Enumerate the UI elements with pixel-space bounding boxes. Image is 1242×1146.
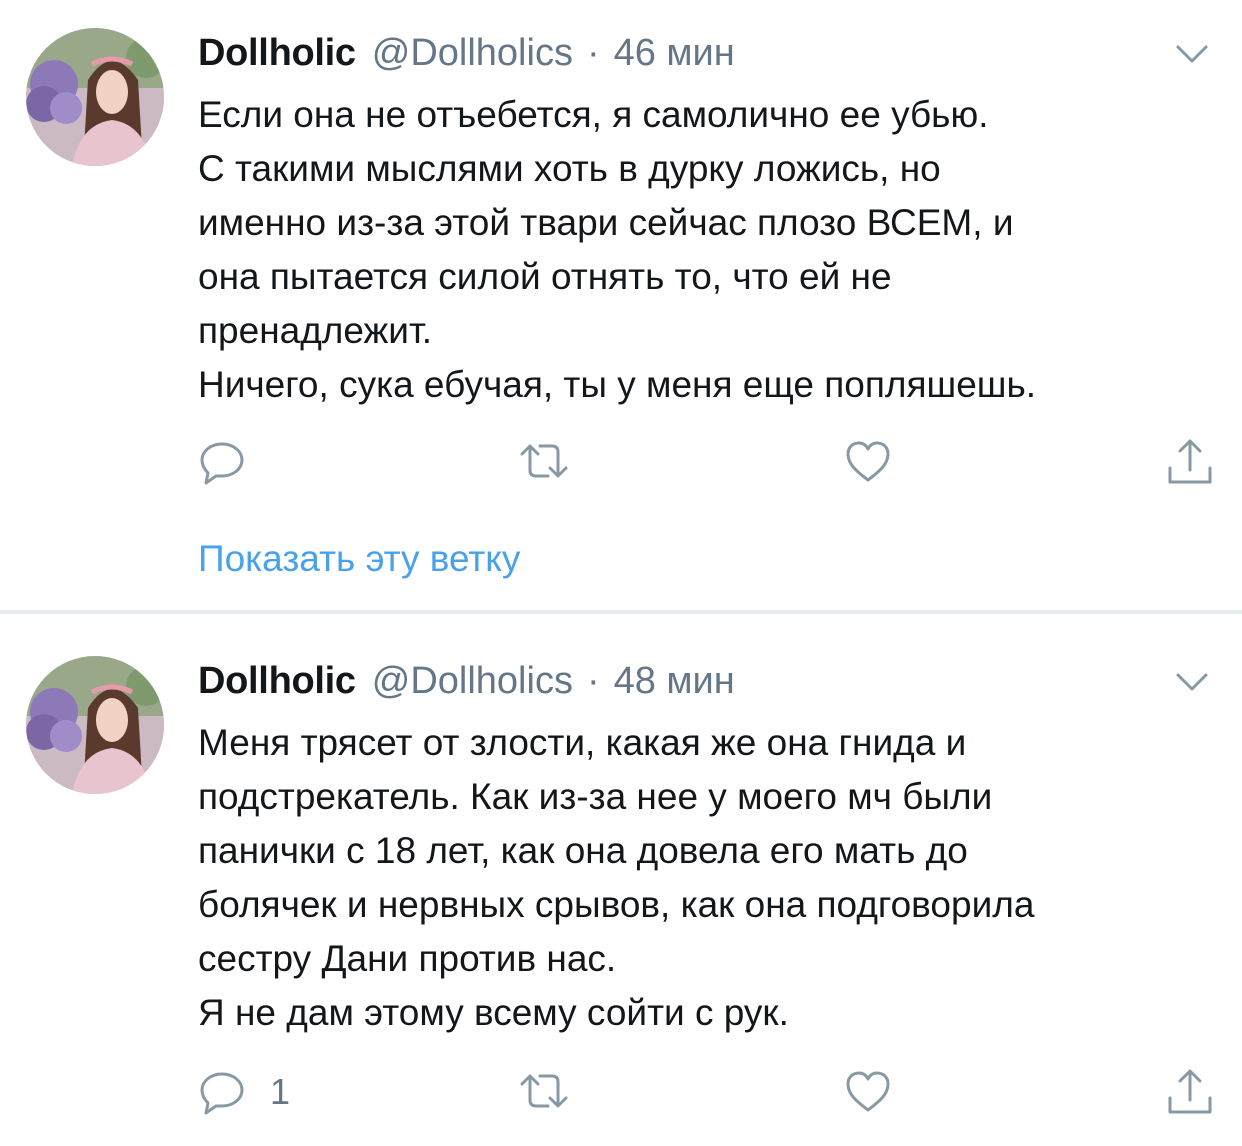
reply-icon [200,1072,244,1115]
tweet-actions [198,434,1218,490]
reply-icon [200,442,244,485]
avatar[interactable] [26,28,164,166]
tweet-divider [0,610,1242,614]
display-name[interactable]: Dollholic [198,656,356,706]
tweet-text-line: Я не дам этому всему сойти с рук. [198,992,789,1033]
user-handle[interactable]: @Dollholics [372,28,573,78]
heart-icon [846,441,890,482]
reply-count: 1 [270,1071,291,1112]
reply-button[interactable] [198,434,246,490]
tweet-text-line: Ничего, сука ебучая, ты у меня еще попля… [198,364,1037,405]
tweet-text-line: С такими мыслями хоть в дурку ложись, но [198,148,941,189]
tweet-text-line: пренадлежит. [198,310,433,351]
tweet-text: Меня трясет от злости, какая же она гнид… [198,716,1218,1040]
chevron-down-icon[interactable] [1172,34,1212,74]
heart-icon [846,1071,890,1112]
tweet-actions: 1 [198,1064,1218,1120]
tweet-text-line: панички с 18 лет, как она довела его мат… [198,830,968,871]
avatar-image [26,28,164,166]
chevron-down-icon[interactable] [1172,662,1212,702]
tweet-timestamp[interactable]: 48 мин [614,656,735,706]
tweet-text-line: подстрекатель. Как из-за нее у моего мч … [198,776,993,817]
header-separator: · [586,32,600,74]
tweet-text-line: именно из-за этой твари сейчас плозо ВСЕ… [198,202,1014,243]
tweet-header: Dollholic @Dollholics · 48 мин [198,656,735,706]
user-handle[interactable]: @Dollholics [372,656,573,706]
avatar-image [26,656,164,794]
reply-button[interactable]: 1 [198,1064,290,1120]
avatar[interactable] [26,656,164,794]
tweet-text: Если она не отъебется, я самолично ее уб… [198,88,1218,412]
like-button[interactable] [844,434,892,490]
tweet[interactable]: Dollholic @Dollholics · 48 мин Меня тряс… [0,616,1242,1146]
tweet-timestamp[interactable]: 46 мин [614,28,735,78]
share-icon [1168,439,1212,484]
retweet-button[interactable] [518,434,570,490]
tweet-header: Dollholic @Dollholics · 46 мин [198,28,735,78]
retweet-icon [520,1074,568,1108]
share-button[interactable] [1164,434,1216,490]
show-thread-link[interactable]: Показать эту ветку [198,534,520,584]
tweet-text-line: она пытается силой отнять то, что ей не [198,256,892,297]
share-icon [1168,1069,1212,1114]
retweet-icon [520,444,568,478]
display-name[interactable]: Dollholic [198,28,356,78]
tweet-text-line: болячек и нервных срывов, как она подгов… [198,884,1035,925]
header-separator: · [586,660,600,702]
retweet-button[interactable] [518,1064,570,1120]
share-button[interactable] [1164,1064,1216,1120]
tweet-text-line: Если она не отъебется, я самолично ее уб… [198,94,989,135]
tweet-text-line: сестру Дани против нас. [198,938,617,979]
tweet[interactable]: Dollholic @Dollholics · 46 мин Если она … [0,0,1242,612]
like-button[interactable] [844,1064,892,1120]
tweet-text-line: Меня трясет от злости, какая же она гнид… [198,722,967,763]
